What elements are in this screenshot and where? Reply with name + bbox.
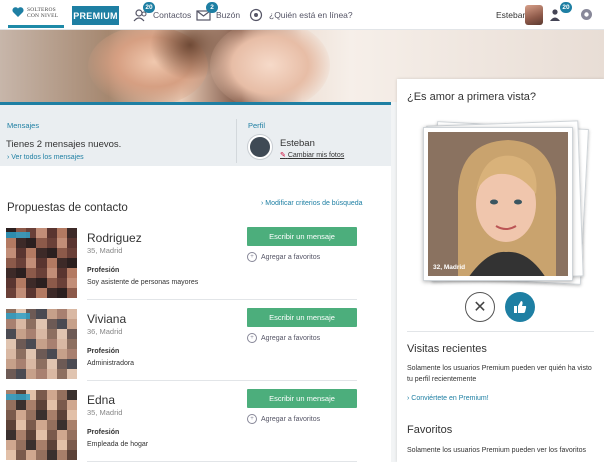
recent-visits-title: Visitas recientes (407, 343, 487, 355)
profile-title: Perfil (248, 121, 266, 130)
profile-name: Esteban (280, 138, 315, 149)
card-divider (87, 380, 357, 381)
plus-icon: + (247, 252, 257, 262)
proposals-title: Propuestas de contacto (7, 202, 128, 214)
heart-logo-icon (12, 7, 24, 17)
proposal-name[interactable]: Edna (87, 393, 115, 407)
contacts-icon: 20 (133, 2, 155, 22)
write-message-button[interactable]: Escribir un mensaje (247, 308, 357, 327)
user-name[interactable]: Esteban (496, 10, 527, 20)
match-photo: 32, Madrid (428, 132, 568, 276)
proposal-profession: Administradora (87, 360, 135, 367)
change-photos-label: Cambiar mis fotos (287, 152, 345, 159)
view-messages-link[interactable]: › Ver todos los mensajes (7, 154, 84, 161)
messages-title: Mensajes (7, 121, 40, 130)
proposal-photo[interactable] (6, 228, 77, 298)
info-divider (236, 119, 237, 163)
add-favorite-label: Agregar a favoritos (261, 253, 321, 261)
plus-icon: + (247, 414, 257, 424)
mail-icon: 2 (196, 2, 218, 22)
settings-icon[interactable] (580, 8, 593, 24)
reject-button[interactable]: ✕ (465, 292, 495, 322)
proposal-photo[interactable] (6, 309, 77, 379)
like-button[interactable] (505, 292, 535, 322)
close-icon: ✕ (473, 299, 487, 316)
proposal-profession: Soy asistente de personas mayores (87, 279, 199, 286)
write-message-button[interactable]: Escribir un mensaje (247, 389, 357, 408)
notifications-icon[interactable]: 20 (550, 2, 572, 22)
add-favorite-label: Agregar a favoritos (261, 415, 321, 423)
add-favorite-button[interactable]: + Agregar a favoritos (247, 333, 320, 343)
right-panel: ¿Es amor a primera vista? 32, Madrid ✕ V… (397, 79, 604, 462)
messages-text: Tienes 2 mensajes nuevos. (6, 139, 122, 150)
profile-avatar[interactable] (248, 135, 272, 159)
photo-tag (6, 394, 30, 400)
nav-online-label: ¿Quién está en línea? (269, 10, 353, 20)
change-photos-link[interactable]: ✎ Cambiar mis fotos (280, 151, 344, 159)
premium-button[interactable]: PREMIUM (72, 6, 119, 25)
add-favorite-button[interactable]: + Agregar a favoritos (247, 414, 320, 424)
match-photo-card[interactable]: 32, Madrid (423, 127, 573, 281)
notifications-badge: 20 (560, 2, 572, 13)
proposal-card: Edna 35, Madrid Profesión Empleada de ho… (0, 386, 391, 462)
match-photo-caption: 32, Madrid (433, 264, 466, 271)
nav-online[interactable]: ¿Quién está en línea? (249, 6, 353, 24)
plus-icon: + (247, 333, 257, 343)
add-favorite-label: Agregar a favoritos (261, 334, 321, 342)
write-message-button[interactable]: Escribir un mensaje (247, 227, 357, 246)
proposal-profession: Empleada de hogar (87, 441, 149, 448)
thumbs-up-icon (514, 301, 527, 313)
proposal-location: 35, Madrid (87, 246, 123, 255)
blurred-photo (6, 309, 77, 379)
user-avatar[interactable] (525, 5, 543, 25)
profession-label: Profesión (87, 429, 120, 436)
top-navbar: SOLTEROS CON NIVEL PREMIUM 20 Contactos … (0, 0, 604, 30)
proposal-name[interactable]: Viviana (87, 312, 126, 326)
online-icon (249, 8, 265, 22)
profession-label: Profesión (87, 267, 120, 274)
mailbox-badge: 2 (206, 2, 218, 13)
photo-stack: 32, Madrid (415, 119, 589, 294)
match-title: ¿Es amor a primera vista? (407, 91, 536, 103)
site-logo[interactable]: SOLTEROS CON NIVEL (8, 4, 64, 28)
nav-contacts[interactable]: 20 Contactos (133, 2, 192, 24)
nav-mailbox-label: Buzón (216, 10, 241, 20)
proposal-location: 35, Madrid (87, 408, 123, 417)
nav-mailbox[interactable]: 2 Buzón (196, 2, 241, 24)
proposal-name[interactable]: Rodriguez (87, 231, 142, 245)
profession-label: Profesión (87, 348, 120, 355)
section-divider (407, 331, 594, 332)
hero-face-woman (210, 30, 330, 102)
match-photo-illustration (428, 132, 568, 276)
become-premium-link[interactable]: › Conviértete en Premium! (407, 395, 489, 402)
card-divider (87, 299, 357, 300)
blurred-photo (6, 228, 77, 298)
main-panel: Mensajes Tienes 2 mensajes nuevos. › Ver… (0, 102, 391, 462)
pencil-icon: ✎ (280, 152, 286, 159)
info-row: Mensajes Tienes 2 mensajes nuevos. › Ver… (0, 102, 391, 166)
proposal-card: Viviana 36, Madrid Profesión Administrad… (0, 305, 391, 381)
nav-contacts-label: Contactos (153, 10, 192, 20)
favorites-text: Solamente los usuarios Premium pueden ve… (407, 447, 586, 454)
proposal-location: 36, Madrid (87, 327, 123, 336)
blurred-photo (6, 390, 77, 460)
proposal-card: Rodriguez 35, Madrid Profesión Soy asist… (0, 224, 391, 300)
modify-criteria-link[interactable]: › Modificar criterios de búsqueda (261, 200, 363, 207)
recent-visits-text: Solamente los usuarios Premium pueden ve… (407, 365, 592, 383)
photo-tag (6, 232, 30, 238)
favorites-title: Favoritos (407, 424, 453, 436)
contacts-badge: 20 (143, 2, 155, 13)
add-favorite-button[interactable]: + Agregar a favoritos (247, 252, 320, 262)
logo-text: SOLTEROS CON NIVEL (27, 7, 59, 19)
photo-tag (6, 313, 30, 319)
proposal-photo[interactable] (6, 390, 77, 460)
